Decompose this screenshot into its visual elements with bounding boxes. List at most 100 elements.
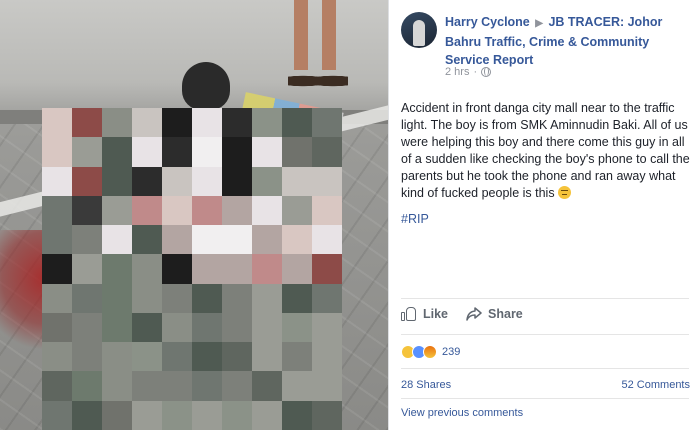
censor-pixel: [222, 166, 252, 196]
censor-pixel: [192, 283, 222, 313]
censor-pixel: [72, 108, 102, 138]
censor-pixel: [42, 400, 72, 430]
censor-pixel: [102, 400, 132, 430]
censor-pixel: [132, 254, 162, 284]
censor-pixel: [132, 312, 162, 343]
censor-pixel: [72, 166, 102, 196]
censor-pixel: [102, 312, 132, 343]
comments-link[interactable]: 52 Comments: [622, 379, 690, 391]
censor-pixel: [312, 371, 342, 401]
censor-pixel: [42, 166, 72, 196]
divider: [401, 298, 689, 299]
censor-pixel: [312, 108, 342, 138]
censor-pixel: [252, 166, 282, 196]
share-arrow-icon: [466, 306, 482, 321]
censor-pixel: [42, 254, 72, 284]
censor-pixel: [132, 283, 162, 313]
censor-pixel: [312, 225, 342, 255]
censor-pixel: [312, 342, 342, 372]
censor-pixel: [252, 400, 282, 430]
censor-pixel: [132, 195, 162, 226]
censor-pixel: [72, 371, 102, 401]
censor-pixel: [312, 312, 342, 343]
censor-pixel: [192, 108, 222, 138]
view-previous-comments-link[interactable]: View previous comments: [401, 407, 523, 419]
censor-pixel: [222, 137, 252, 167]
censor-pixel: [222, 254, 252, 284]
meta-separator: ·: [473, 66, 478, 78]
censor-pixel: [162, 400, 192, 430]
censor-pixel: [252, 225, 282, 255]
censor-pixel: [252, 342, 282, 372]
reactions-summary[interactable]: 239: [401, 345, 460, 359]
like-button[interactable]: Like: [401, 306, 448, 321]
like-label: Like: [423, 306, 449, 321]
censor-pixel: [222, 312, 252, 343]
share-label: Share: [488, 306, 523, 321]
censor-pixel: [222, 342, 252, 372]
censor-pixel: [282, 283, 312, 313]
censor-pixel: [252, 254, 282, 284]
censor-pixel: [162, 342, 192, 372]
arrow-right-icon: ▶: [535, 18, 543, 29]
censor-pixel: [162, 371, 192, 401]
censor-pixel: [42, 225, 72, 255]
censor-pixel: [162, 195, 192, 226]
censor-pixel: [72, 195, 102, 226]
censor-pixel: [192, 195, 222, 226]
censor-pixel: [132, 225, 162, 255]
censor-pixel: [162, 283, 192, 313]
censor-pixel: [42, 108, 72, 138]
censor-pixel: [252, 195, 282, 226]
post-header: Harry Cyclone ▶ JB TRACER: Johor Bahru T…: [445, 13, 695, 69]
censor-pixel: [192, 254, 222, 284]
censor-pixel: [312, 283, 342, 313]
angry-reaction-icon: [423, 345, 437, 359]
share-button[interactable]: Share: [466, 306, 523, 321]
censor-pixel: [162, 166, 192, 196]
post-photo[interactable]: [0, 0, 388, 430]
action-bar: Like Share: [401, 306, 523, 321]
censor-pixel: [72, 254, 102, 284]
censor-pixel: [222, 371, 252, 401]
censor-pixel: [162, 254, 192, 284]
timestamp-link[interactable]: 2 hrs: [445, 66, 469, 78]
censor-pixel: [132, 400, 162, 430]
censor-pixel: [282, 400, 312, 430]
censor-pixel: [42, 342, 72, 372]
helmet: [182, 62, 230, 110]
censor-pixel: [252, 108, 282, 138]
censor-pixel: [192, 166, 222, 196]
censor-pixel: [282, 166, 312, 196]
censor-pixel: [132, 166, 162, 196]
censor-pixel: [282, 254, 312, 284]
divider: [401, 368, 689, 369]
censor-pixel: [282, 371, 312, 401]
censor-pixel: [42, 137, 72, 167]
censor-pixel: [192, 371, 222, 401]
censor-pixel: [312, 195, 342, 226]
censor-pixel: [162, 312, 192, 343]
globe-icon[interactable]: [481, 67, 492, 77]
censor-pixel: [102, 254, 132, 284]
censor-pixel: [282, 108, 312, 138]
censor-pixel: [252, 283, 282, 313]
divider: [401, 334, 689, 335]
hashtag-link[interactable]: #RIP: [401, 212, 429, 226]
censor-pixel: [222, 225, 252, 255]
censor-pixel: [72, 137, 102, 167]
censor-pixel: [252, 137, 282, 167]
censor-pixel: [192, 225, 222, 255]
censor-pixel: [222, 195, 252, 226]
censor-pixel: [312, 400, 342, 430]
censor-pixel: [42, 195, 72, 226]
avatar[interactable]: [401, 12, 437, 48]
post-text: Accident in front danga city mall near t…: [401, 100, 693, 202]
censor-pixel: [42, 283, 72, 313]
shares-link[interactable]: 28 Shares: [401, 379, 451, 391]
censor-pixel: [102, 283, 132, 313]
censor-pixel: [282, 225, 312, 255]
censor-pixel: [252, 312, 282, 343]
author-name-link[interactable]: Harry Cyclone: [445, 15, 530, 29]
censor-pixel: [252, 371, 282, 401]
